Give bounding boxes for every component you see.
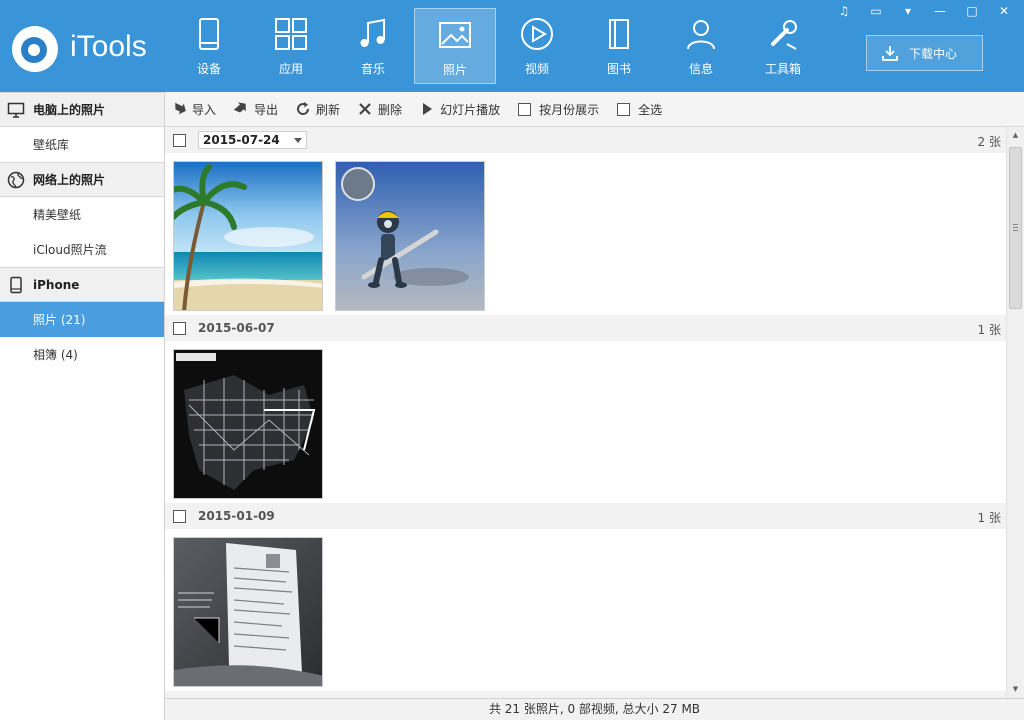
sidebar-header-pc-photos[interactable]: 电脑上的照片 — [0, 92, 164, 127]
photo-grid: 2015-07-24 2 张 2015-06-07 1 张 2015-01-09… — [165, 127, 1006, 698]
export-icon — [234, 102, 246, 113]
photo-thumbnail-map[interactable] — [173, 349, 323, 499]
group-checkbox[interactable] — [173, 133, 186, 147]
date-group-header: 2015-01-09 1 张 — [165, 503, 1006, 529]
refresh-icon — [297, 102, 310, 115]
photo-thumbnail-beach[interactable] — [173, 161, 323, 311]
group-checkbox[interactable] — [173, 509, 186, 523]
sidebar-item-wallpaper-library[interactable]: 壁纸库 — [0, 127, 164, 162]
date-dropdown[interactable]: 2015-07-24 — [198, 131, 307, 149]
group-count: 1 张 — [977, 323, 1001, 337]
date-group-header: 2015-07-24 2 张 — [165, 127, 1006, 153]
date-group-header: 2015-06-07 1 张 — [165, 315, 1006, 341]
delete-button[interactable]: 删除 — [358, 101, 402, 118]
import-icon — [175, 102, 186, 115]
thumbnail-row — [165, 341, 1006, 503]
sidebar-item-albums[interactable]: 相簿 (4) — [0, 337, 164, 372]
monitor-icon — [7, 102, 25, 118]
status-bar: 共 21 张照片, 0 部视频, 总大小 27 MB — [165, 698, 1024, 720]
user-icon — [687, 20, 715, 50]
slideshow-button[interactable]: 幻灯片播放 — [420, 101, 500, 118]
window-controls: ♫ ▭ ▾ — □ ✕ — [828, 0, 1020, 22]
sidebar-header-online-photos[interactable]: 网络上的照片 — [0, 162, 164, 197]
group-count: 2 张 — [977, 135, 1001, 149]
sidebar: 电脑上的照片 壁纸库 网络上的照片 精美壁纸 iCloud照片流 iPhone … — [0, 92, 165, 720]
download-center-button[interactable]: 下载中心 — [866, 35, 983, 71]
device-icon — [199, 18, 219, 50]
nav-apps[interactable]: 应用 — [250, 8, 332, 84]
video-icon — [521, 18, 553, 50]
nav-music[interactable]: 音乐 — [332, 8, 414, 84]
nav-book[interactable]: 图书 — [578, 8, 660, 84]
download-icon — [882, 46, 898, 61]
logo-text: iTools — [70, 30, 147, 63]
scrollbar-thumb[interactable] — [1009, 147, 1022, 309]
photo-thumbnail-document[interactable] — [173, 537, 323, 687]
sidebar-header-iphone[interactable]: iPhone — [0, 267, 164, 302]
photo-icon — [439, 22, 471, 48]
vertical-scrollbar[interactable]: ▲ ▼ — [1006, 127, 1024, 698]
minimize-icon[interactable]: — — [924, 0, 956, 22]
nav-device[interactable]: 设备 — [168, 8, 250, 84]
refresh-button[interactable]: 刷新 — [296, 101, 340, 118]
delete-icon — [359, 103, 371, 115]
scroll-up-icon[interactable]: ▲ — [1007, 127, 1024, 144]
close-icon[interactable]: ✕ — [988, 0, 1020, 22]
nav-photo[interactable]: 照片 — [414, 8, 496, 84]
nav-messages[interactable]: 信息 — [660, 8, 742, 84]
select-all-toggle[interactable]: 全选 — [617, 101, 662, 118]
by-month-toggle[interactable]: 按月份展示 — [518, 101, 599, 118]
book-icon — [609, 19, 629, 49]
music-icon — [360, 18, 385, 47]
phone-icon — [10, 276, 22, 293]
thumbnail-row — [165, 529, 1006, 691]
tools-icon — [771, 20, 797, 50]
date-group-header: 2014-12-30 5 张 — [165, 691, 1006, 698]
thumbnail-row — [165, 153, 1006, 315]
chevron-down-icon — [293, 137, 302, 143]
group-checkbox[interactable] — [173, 321, 186, 335]
sidebar-item-wallpapers[interactable]: 精美壁纸 — [0, 197, 164, 232]
logo-icon — [12, 26, 58, 72]
import-button[interactable]: 导入 — [172, 101, 216, 118]
select-all-checkbox[interactable] — [617, 102, 631, 116]
play-icon — [423, 103, 433, 115]
main-nav: 设备 应用 音乐 照片 视频 图书 信息 工具箱 — [168, 8, 824, 84]
apps-icon — [275, 18, 307, 50]
maximize-icon[interactable]: □ — [956, 0, 988, 22]
scroll-down-icon[interactable]: ▼ — [1007, 681, 1024, 698]
sidebar-item-photos[interactable]: 照片 (21) — [0, 302, 164, 337]
sidebar-item-icloud-stream[interactable]: iCloud照片流 — [0, 232, 164, 267]
app-logo: iTools — [12, 24, 162, 74]
nav-video[interactable]: 视频 — [496, 8, 578, 84]
export-button[interactable]: 导出 — [234, 101, 278, 118]
top-header: iTools 设备 应用 音乐 照片 视频 图书 信息 工具箱 ♫ ▭ ▾ — … — [0, 0, 1024, 92]
group-count: 1 张 — [977, 511, 1001, 525]
toolbar: 导入 导出 刷新 删除 幻灯片播放 按月份展示 全选 — [165, 92, 1024, 127]
nav-tools[interactable]: 工具箱 — [742, 8, 824, 84]
music-mini-icon[interactable]: ♫ — [828, 0, 860, 22]
by-month-checkbox[interactable] — [518, 102, 532, 116]
menu-icon[interactable]: ▾ — [892, 0, 924, 22]
feedback-icon[interactable]: ▭ — [860, 0, 892, 22]
photo-thumbnail-robot[interactable] — [335, 161, 485, 311]
globe-icon — [7, 171, 25, 188]
